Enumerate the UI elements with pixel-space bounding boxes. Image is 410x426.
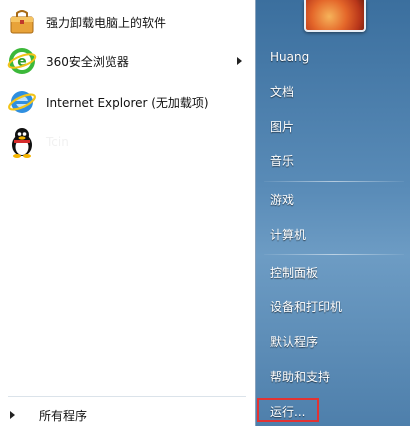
computer-link[interactable]: 计算机 [270,226,306,243]
run-button[interactable]: 运行... [257,398,319,422]
divider [8,396,246,397]
program-360-browser[interactable]: e 360安全浏览器 [6,42,246,80]
programs-pane: 强力卸载电脑上的软件 e 360安全浏览器 Internet Explorer … [0,0,256,426]
devices-printers-link[interactable]: 设备和打印机 [270,298,342,315]
qq-penguin-icon [6,126,38,158]
program-internet-explorer[interactable]: Internet Explorer (无加载项) [6,83,246,121]
default-programs-link[interactable]: 默认程序 [270,333,318,350]
user-name-link[interactable]: Huang [270,50,309,64]
program-uninstaller[interactable]: 强力卸载电脑上的软件 [6,3,246,41]
program-label: Internet Explorer (无加载项) [46,95,209,110]
program-label: Tcin [46,135,69,149]
help-support-link[interactable]: 帮助和支持 [270,368,330,385]
shortcuts-pane: Huang 文档 图片 音乐 游戏 计算机 控制面板 设备和打印机 默认程序 帮… [256,0,410,426]
separator [264,181,404,182]
program-label: 360安全浏览器 [46,54,129,69]
start-menu: 强力卸载电脑上的软件 e 360安全浏览器 Internet Explorer … [0,0,410,426]
control-panel-link[interactable]: 控制面板 [270,264,318,281]
run-label: 运行... [270,405,306,419]
separator [264,254,404,255]
360-browser-icon: e [6,45,38,77]
music-link[interactable]: 音乐 [270,152,294,169]
uninstaller-icon [6,6,38,38]
program-qq[interactable]: Tcin [6,123,246,161]
user-picture-avatar[interactable] [304,0,366,32]
internet-explorer-icon [6,86,38,118]
submenu-arrow-icon[interactable] [237,57,242,65]
program-label: 强力卸载电脑上的软件 [46,15,167,30]
games-link[interactable]: 游戏 [270,191,294,208]
pictures-link[interactable]: 图片 [270,118,294,135]
expand-arrow-icon [10,411,15,419]
all-programs-label: 所有程序 [39,408,88,423]
documents-link[interactable]: 文档 [270,83,294,100]
all-programs-button[interactable]: 所有程序 [10,406,87,424]
